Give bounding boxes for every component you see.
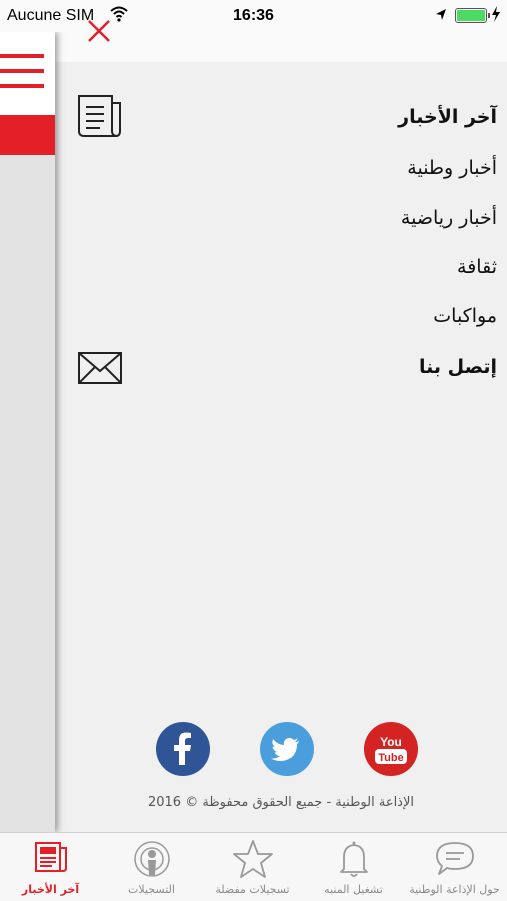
- battery-icon: [455, 8, 490, 23]
- chat-bubble-icon: [404, 839, 505, 879]
- youtube-button[interactable]: You Tube: [364, 722, 418, 776]
- tab-favorites[interactable]: تسجيلات مفضلة: [202, 833, 303, 901]
- main-view-underlay[interactable]: [0, 32, 55, 832]
- newspaper-icon: [76, 93, 124, 143]
- youtube-logo-text-top: You: [380, 735, 402, 749]
- facebook-button[interactable]: [156, 722, 210, 776]
- tab-latest-news[interactable]: آخر الأخبار: [0, 833, 101, 901]
- tab-label: حول الإذاعة الوطنية: [409, 883, 500, 896]
- close-icon[interactable]: [86, 18, 112, 48]
- twitter-icon: [271, 738, 299, 762]
- youtube-logo-text-bottom: Tube: [378, 752, 403, 764]
- menu-item-sports-news[interactable]: أخبار رياضية: [401, 207, 497, 229]
- status-bar: Aucune SIM 16:36: [0, 0, 507, 32]
- menu-item-contact-us[interactable]: إتصل بنا: [419, 356, 497, 378]
- envelope-icon: [77, 351, 123, 389]
- main-header: [0, 32, 55, 115]
- podcast-icon: [101, 839, 202, 879]
- youtube-icon: You Tube: [375, 735, 407, 764]
- tab-label: تسجيلات مفضلة: [215, 883, 290, 896]
- charging-bolt-icon: [491, 6, 501, 25]
- tab-label: تشغيل المنبه: [324, 883, 383, 896]
- tab-alarm[interactable]: تشغيل المنبه: [303, 833, 404, 901]
- menu-item-latest-news[interactable]: آخر الأخبار: [398, 106, 497, 128]
- tab-recordings[interactable]: التسجيلات: [101, 833, 202, 901]
- tab-bar: آخر الأخبار التسجيلات تسجيلات مفضلة تشغي…: [0, 832, 507, 901]
- main-red-banner: [0, 115, 55, 155]
- twitter-button[interactable]: [260, 722, 314, 776]
- menu-item-national-news[interactable]: أخبار وطنية: [407, 157, 497, 179]
- star-icon: [202, 839, 303, 879]
- location-arrow-icon: [435, 8, 447, 27]
- drawer-top-area: [55, 32, 507, 62]
- bell-icon: [303, 839, 404, 879]
- tab-label: آخر الأخبار: [21, 883, 80, 896]
- newspaper-icon: [0, 839, 101, 879]
- tab-label: التسجيلات: [128, 883, 175, 896]
- clock: 16:36: [233, 7, 274, 24]
- facebook-icon: [174, 732, 191, 765]
- menu-item-culture[interactable]: ثقافة: [457, 256, 497, 278]
- menu-item-coverage[interactable]: مواكبات: [433, 305, 497, 327]
- copyright-text: الإذاعة الوطنية - جميع الحقوق محفوظة © 2…: [147, 795, 414, 810]
- tab-about[interactable]: حول الإذاعة الوطنية: [404, 833, 505, 901]
